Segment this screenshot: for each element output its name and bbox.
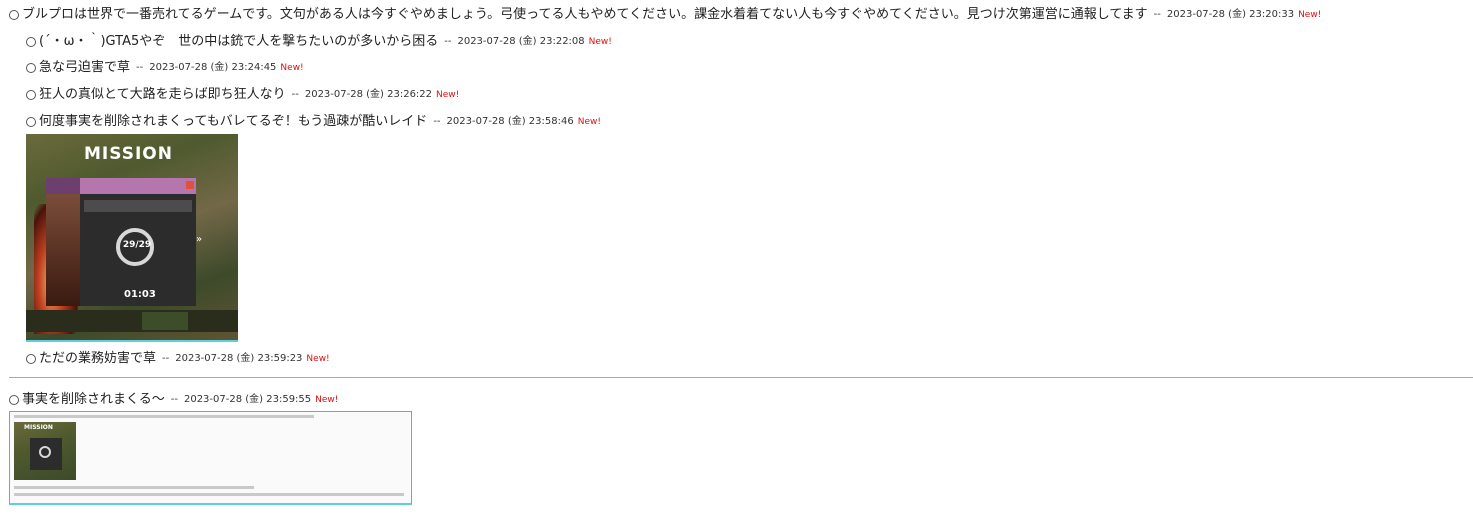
comment-bullet-icon xyxy=(26,63,36,73)
comment-timestamp: 2023-07-28 (金) 23:22:08 xyxy=(457,36,585,47)
reply-comment: 何度事実を削除されまくってもバレてるぞ！もう過疎が酷いレイド -- 2023-0… xyxy=(26,114,601,130)
thumbnail-text-line xyxy=(14,493,404,496)
hud-bottom-bar xyxy=(26,310,238,332)
attached-thumbnail-image[interactable]: MISSION xyxy=(9,411,412,505)
close-icon xyxy=(186,181,194,189)
new-badge: New! xyxy=(315,395,339,405)
comment-text: 狂人の真似とて大路を走らば即ち狂人なり xyxy=(39,87,286,102)
comment-root: 事実を削除されまくる～ -- 2023-07-28 (金) 23:59:55 N… xyxy=(9,392,338,408)
attached-screenshot-image[interactable]: MISSION 29/29 01:03 » xyxy=(26,134,238,342)
thumbnail-mission-title: MISSION xyxy=(24,424,53,431)
comment-text: ブルプロは世界で一番売れてるゲームです。文句がある人は今すぐやめましょう。弓使っ… xyxy=(22,7,1148,22)
reply-comment: 急な弓迫害で草 -- 2023-07-28 (金) 23:24:45 New! xyxy=(26,60,304,76)
thread-divider xyxy=(9,377,1473,378)
comment-bullet-icon xyxy=(26,117,36,127)
comment-root: ブルプロは世界で一番売れてるゲームです。文句がある人は今すぐやめましょう。弓使っ… xyxy=(9,7,1321,23)
character-card xyxy=(46,194,80,306)
comment-separator: -- xyxy=(291,89,299,100)
comment-timestamp: 2023-07-28 (金) 23:59:55 xyxy=(183,394,312,405)
reply-comment: ただの業務妨害で草 -- 2023-07-28 (金) 23:59:23 New… xyxy=(26,351,330,367)
comment-bullet-icon xyxy=(26,354,36,364)
comment-timestamp: 2023-07-28 (金) 23:24:45 xyxy=(149,62,277,73)
dialog-status-bar xyxy=(84,200,192,212)
reply-comment: (´・ω・｀)GTA5やぞ 世の中は銃で人を撃ちたいのが多いから困る -- 20… xyxy=(26,34,612,50)
thumbnail-ring xyxy=(39,446,51,458)
comment-text: 何度事実を削除されまくってもバレてるぞ！もう過疎が酷いレイド xyxy=(39,114,428,129)
new-badge: New! xyxy=(306,354,330,364)
thumbnail-text-line xyxy=(14,486,254,489)
comment-bullet-icon xyxy=(9,395,19,405)
chevron-right-icon: » xyxy=(196,234,203,245)
comment-timestamp: 2023-07-28 (金) 23:58:46 xyxy=(446,116,574,127)
thumbnail-mini-screenshot: MISSION xyxy=(14,422,76,480)
dialog-badge xyxy=(46,178,80,194)
reply-comment: 狂人の真似とて大路を走らば即ち狂人なり -- 2023-07-28 (金) 23… xyxy=(26,87,459,103)
new-badge: New! xyxy=(280,63,304,73)
comment-separator: -- xyxy=(170,394,178,405)
comment-bullet-icon xyxy=(26,37,36,47)
thumbnail-text-line xyxy=(14,415,314,418)
hud-bonus-panel xyxy=(142,312,188,330)
comment-bullet-icon xyxy=(26,90,36,100)
new-badge: New! xyxy=(1298,10,1322,20)
comment-text: 急な弓迫害で草 xyxy=(39,60,131,75)
comment-text: 事実を削除されまくる～ xyxy=(22,392,165,407)
countdown-timer: 01:03 xyxy=(124,289,156,300)
comment-timestamp: 2023-07-28 (金) 23:20:33 xyxy=(1166,9,1295,20)
comment-separator: -- xyxy=(136,62,144,73)
comment-separator: -- xyxy=(444,36,452,47)
comment-separator: -- xyxy=(433,116,441,127)
new-badge: New! xyxy=(588,37,612,47)
comment-bullet-icon xyxy=(9,10,19,20)
progress-counter: 29/29 xyxy=(122,240,152,250)
comment-separator: -- xyxy=(162,353,170,364)
comment-text: (´・ω・｀)GTA5やぞ 世の中は銃で人を撃ちたいのが多いから困る xyxy=(39,34,439,49)
comment-separator: -- xyxy=(1153,9,1161,20)
comment-text: ただの業務妨害で草 xyxy=(39,351,157,366)
new-badge: New! xyxy=(577,117,601,127)
new-badge: New! xyxy=(436,90,460,100)
comment-timestamp: 2023-07-28 (金) 23:26:22 xyxy=(304,89,433,100)
mission-title: MISSION xyxy=(84,144,173,164)
comment-timestamp: 2023-07-28 (金) 23:59:23 xyxy=(175,353,303,364)
